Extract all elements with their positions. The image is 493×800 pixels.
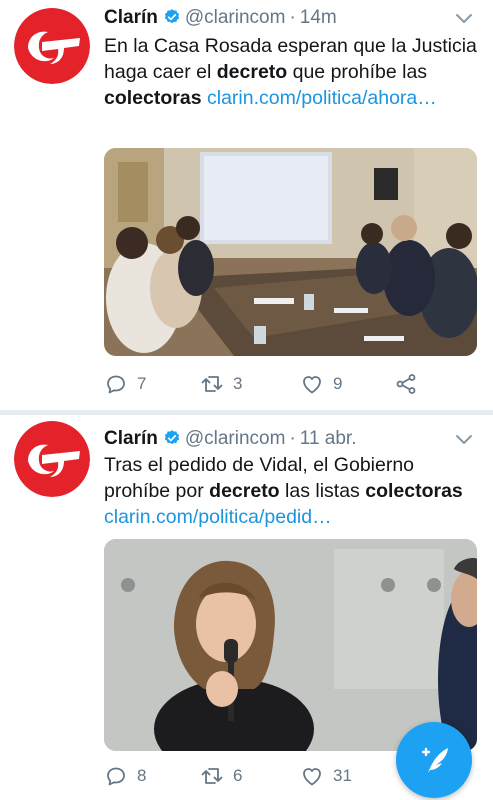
retweet-count: 6: [233, 766, 243, 785]
tweet-text: En la Casa Rosada esperan que la Justici…: [104, 33, 479, 111]
tweet-text-bold: colectoras: [365, 480, 463, 502]
share-button[interactable]: [394, 369, 427, 399]
author-name[interactable]: Clarín: [104, 7, 158, 28]
author-handle[interactable]: @clarincom: [185, 428, 286, 449]
tweet-timestamp[interactable]: 14m: [300, 7, 337, 28]
heart-icon: [303, 768, 321, 786]
verified-badge-icon: [164, 430, 179, 445]
separator-dot: ·: [289, 7, 296, 28]
retweet-icon: [201, 376, 223, 392]
heart-icon: [303, 376, 321, 394]
tweet-text-part: las listas: [279, 480, 366, 502]
retweet-button[interactable]: 3: [200, 369, 242, 399]
tweet[interactable]: Clarín @clarincom · 14m En la Casa Rosada e…: [0, 0, 493, 410]
tweet-text-bold: decreto: [216, 61, 288, 83]
chevron-down-icon[interactable]: [455, 12, 473, 26]
tweet-link[interactable]: clarin.com/politica/ahora…: [207, 87, 437, 109]
tweet-text-bold: decreto: [209, 480, 280, 502]
author-name[interactable]: Clarín: [104, 428, 158, 449]
retweet-count: 3: [233, 374, 243, 393]
meeting-photo: [104, 148, 477, 356]
speaker-photo: [104, 539, 477, 751]
tweet-media-image[interactable]: [104, 539, 477, 751]
reply-icon: [107, 375, 125, 394]
reply-button[interactable]: 8: [104, 761, 146, 791]
compose-tweet-icon: [421, 747, 448, 773]
tweet-text-part: que prohíbe las: [287, 61, 428, 83]
share-icon: [396, 374, 416, 394]
tweet-media-image[interactable]: [104, 148, 477, 356]
clarin-logo-icon[interactable]: [14, 8, 90, 84]
like-count: 31: [333, 766, 352, 785]
like-button[interactable]: 31: [300, 761, 352, 791]
retweet-icon: [201, 768, 223, 784]
tweet-header: Clarín @clarincom · 14m: [104, 4, 473, 32]
reply-icon: [107, 767, 125, 786]
reply-button[interactable]: 7: [104, 369, 146, 399]
clarin-logo-icon[interactable]: [14, 421, 90, 497]
tweet-timestamp[interactable]: 11 abr.: [300, 428, 357, 449]
like-button[interactable]: 9: [300, 369, 342, 399]
reply-count: 8: [137, 766, 147, 785]
compose-tweet-button[interactable]: [396, 722, 472, 798]
like-count: 9: [333, 374, 343, 393]
verified-badge-icon: [164, 9, 179, 24]
separator-dot: ·: [289, 428, 296, 449]
author-handle[interactable]: @clarincom: [185, 7, 286, 28]
tweet-text-bold: colectoras: [104, 87, 202, 109]
tweet-actions: 8 6 31: [104, 761, 434, 791]
chevron-down-icon[interactable]: [455, 433, 473, 447]
tweet-header: Clarín @clarincom · 11 abr.: [104, 425, 473, 453]
reply-count: 7: [137, 374, 147, 393]
tweet-actions: 7 3 9: [104, 369, 434, 399]
tweet-link[interactable]: clarin.com/politica/pedid…: [104, 506, 332, 528]
tweet-text: Tras el pedido de Vidal, el Gobierno pro…: [104, 452, 479, 530]
retweet-button[interactable]: 6: [200, 761, 242, 791]
